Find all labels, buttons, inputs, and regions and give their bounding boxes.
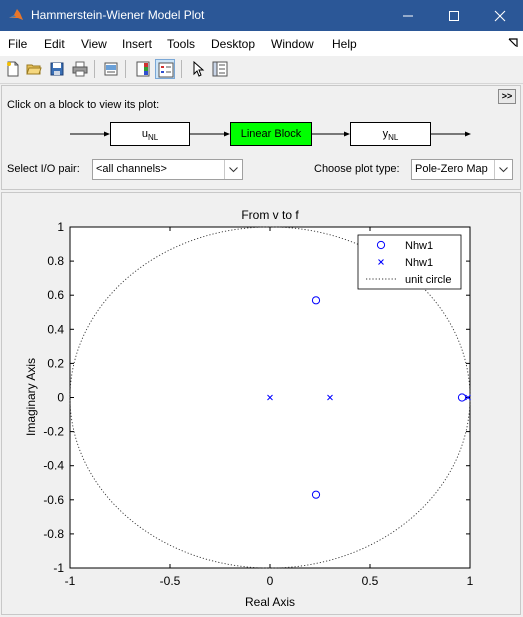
y-tick-label: -0.8 xyxy=(43,527,64,541)
y-tick-label: 0.8 xyxy=(47,254,64,268)
x-axis-label: Real Axis xyxy=(245,595,295,609)
chart-title: From v to f xyxy=(241,208,299,222)
y-tick-label: 0 xyxy=(57,391,64,405)
x-tick-label: -1 xyxy=(65,574,76,588)
y-tick-label: -0.6 xyxy=(43,493,64,507)
y-tick-label: -0.2 xyxy=(43,425,64,439)
legend-entry-label: Nhw1 xyxy=(405,240,433,252)
legend[interactable]: Nhw1 Nhw1 unit circle xyxy=(357,234,462,290)
x-tick-label: -0.5 xyxy=(160,574,181,588)
legend-entry-label: Nhw1 xyxy=(405,257,433,269)
y-axis-label: Imaginary Axis xyxy=(24,358,38,436)
y-tick-label: 0.2 xyxy=(47,356,64,370)
x-tick-label: 0.5 xyxy=(362,574,379,588)
y-tick-label: -0.4 xyxy=(43,459,64,473)
x-tick-label: 0 xyxy=(267,574,274,588)
y-tick-label: 0.6 xyxy=(47,288,64,302)
pole-zero-plot[interactable]: -1 -0.5 0 0.5 1 1 0.8 0.6 0.4 0.2 0 -0.2 -0.4 -0.6 -0.… xyxy=(0,0,523,617)
y-tick-label: 0.4 xyxy=(47,322,64,336)
y-tick-label: 1 xyxy=(57,220,64,234)
x-tick-label: 1 xyxy=(467,574,474,588)
y-tick-label: -1 xyxy=(53,561,64,575)
legend-entry-label: unit circle xyxy=(405,274,451,286)
